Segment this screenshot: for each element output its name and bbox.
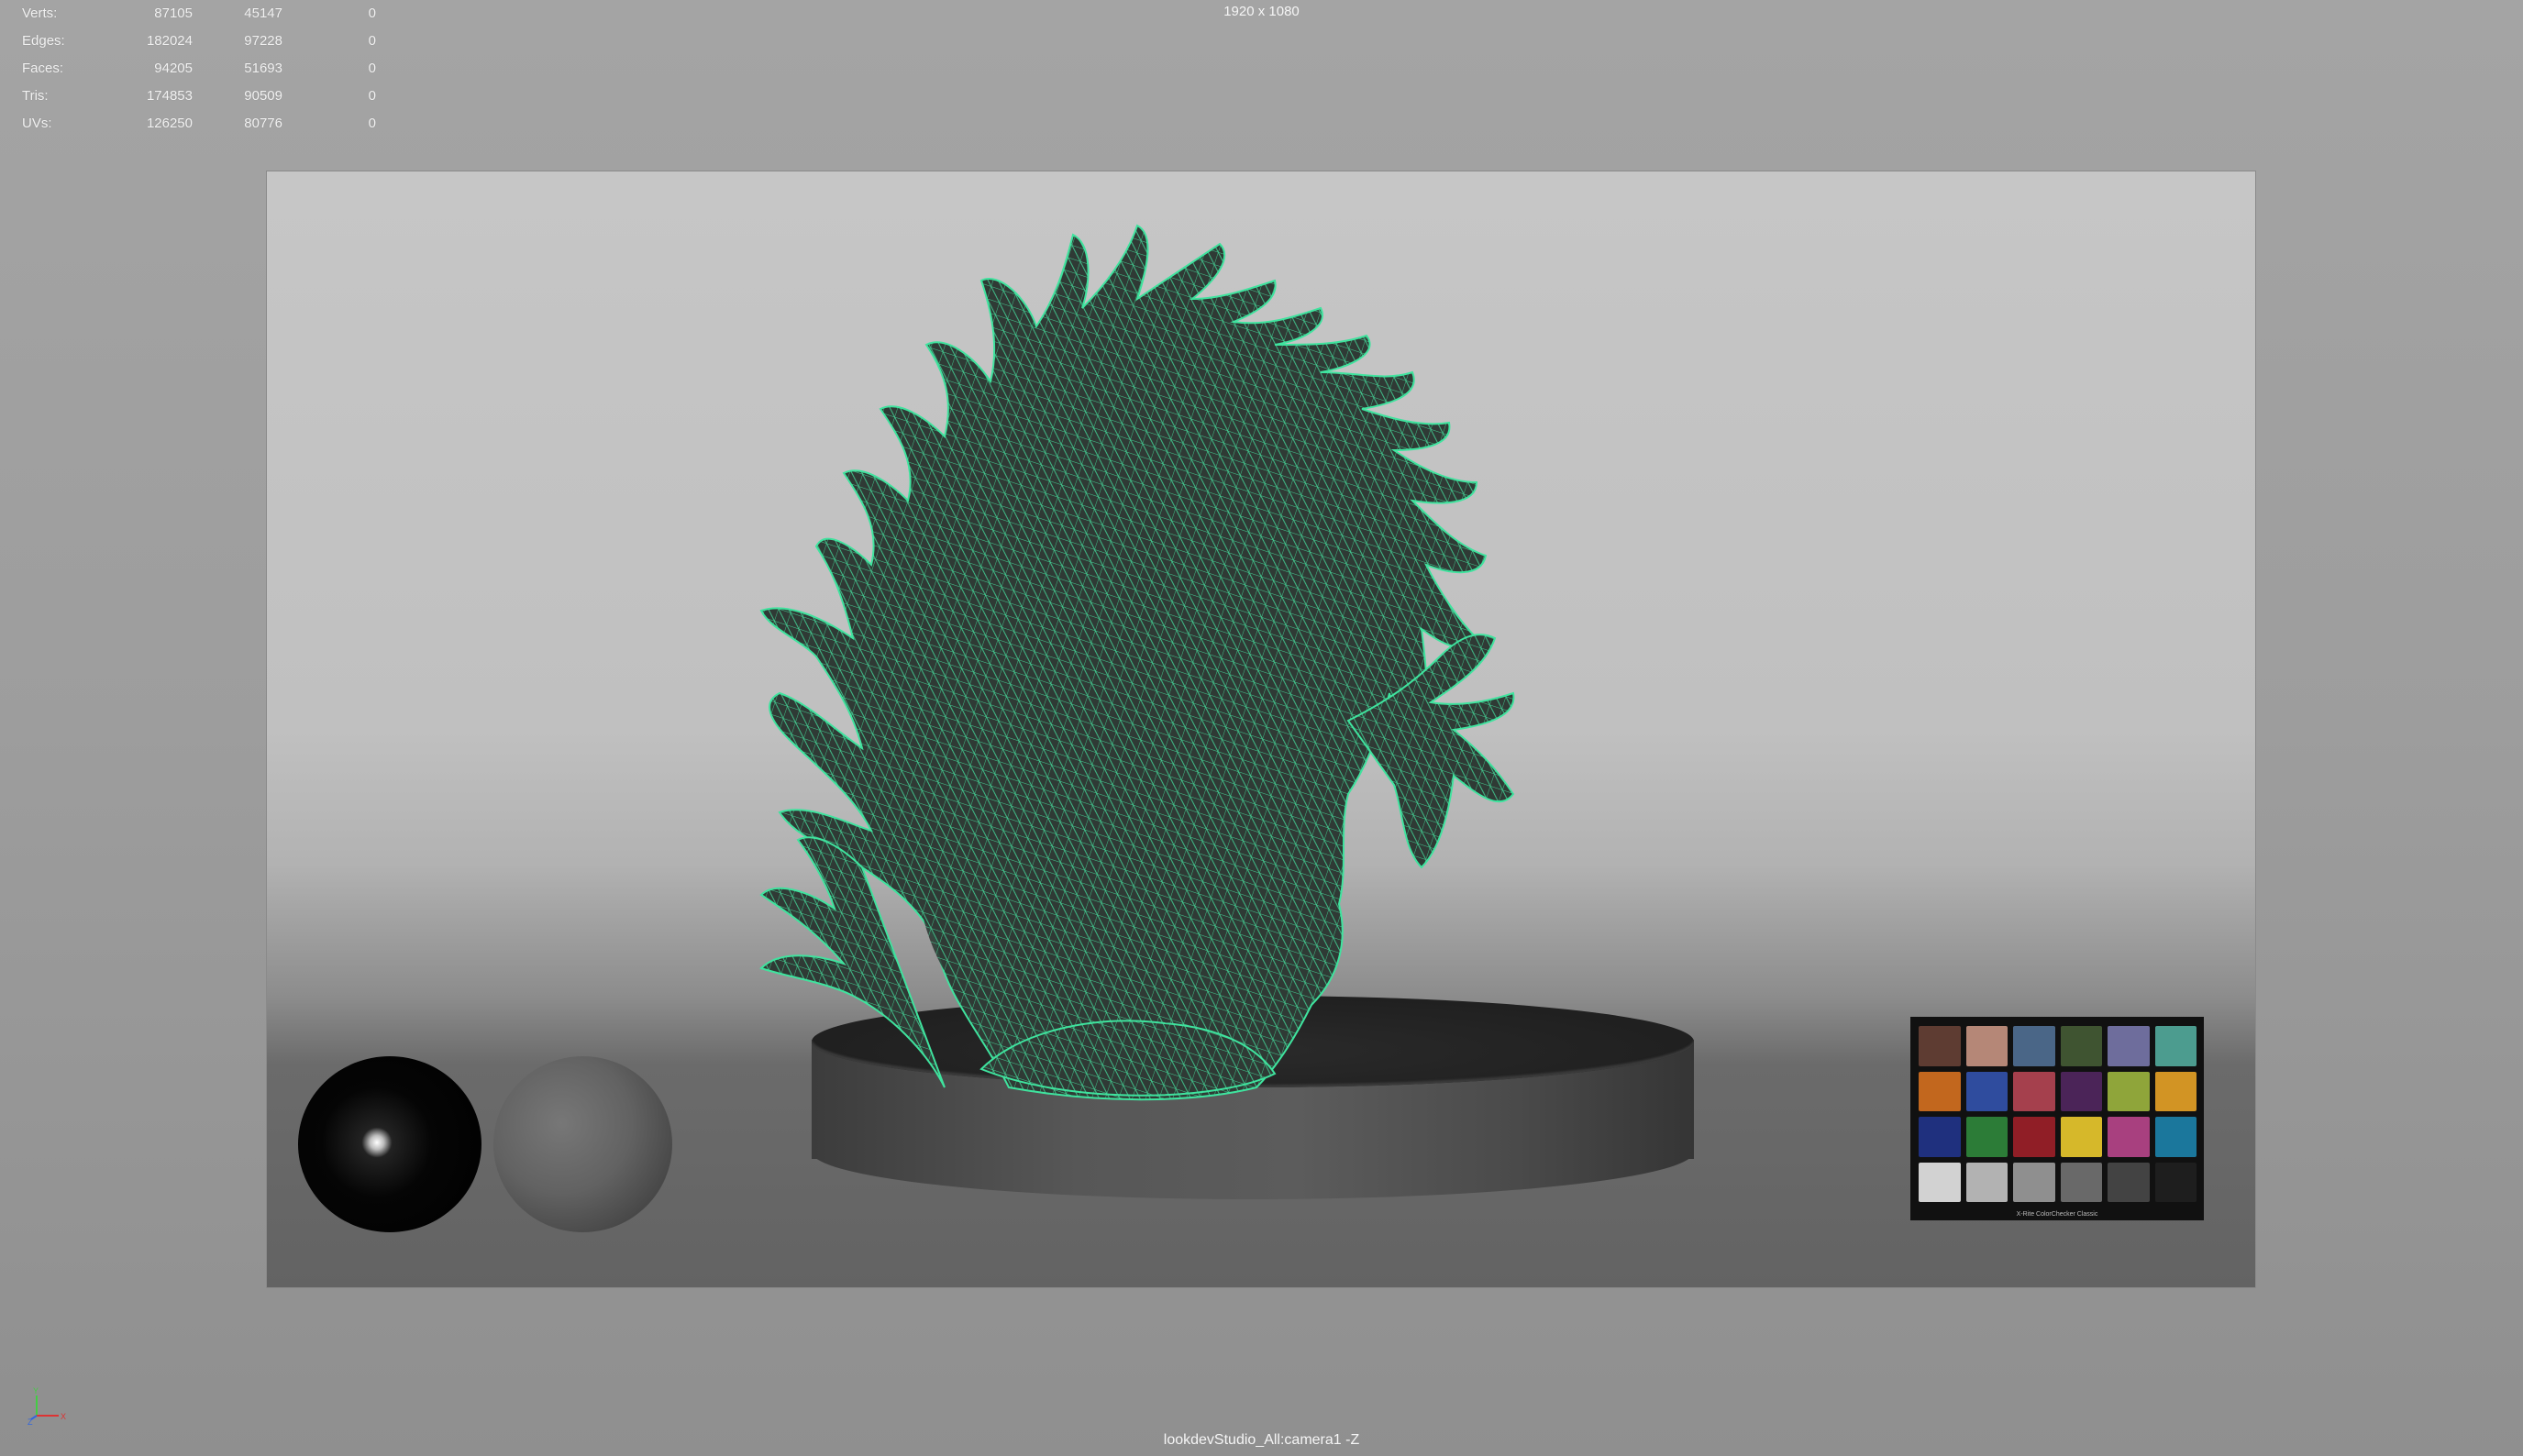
color-swatch (2108, 1071, 2150, 1111)
color-swatch (1919, 1162, 1961, 1202)
hud-value-selected: 51693 (244, 61, 282, 76)
color-swatch (2060, 1071, 2102, 1111)
coral-core (917, 656, 1339, 1078)
hud-value-total: 126250 (146, 116, 193, 131)
color-swatch (2013, 1162, 2055, 1202)
color-swatch (2108, 1026, 2150, 1066)
hud-value-total: 174853 (146, 88, 193, 104)
hud-value-selected: 80776 (244, 116, 282, 131)
hud-label: UVs: (22, 116, 52, 131)
color-swatch (2154, 1162, 2197, 1202)
color-swatch (2060, 1117, 2102, 1157)
color-swatch (2013, 1071, 2055, 1111)
chrome-reference-sphere[interactable] (298, 1056, 481, 1232)
axis-z-label: Z (28, 1417, 33, 1425)
color-swatch (2013, 1026, 2055, 1066)
hud-value-component: 0 (368, 116, 376, 131)
color-swatch (2060, 1162, 2102, 1202)
hud-row-edges: Edges: 182024 97228 0 (17, 28, 383, 55)
hud-label: Tris: (22, 88, 49, 104)
hud-value-selected: 90509 (244, 88, 282, 104)
color-checker-caption: X-Rite ColorChecker Classic (2016, 1211, 2098, 1218)
coral-mesh[interactable] (706, 207, 1715, 1124)
hud-value-total: 182024 (146, 33, 193, 49)
hud-row-faces: Faces: 94205 51693 0 (17, 55, 383, 83)
camera-name-label: lookdevStudio_All:camera1 -Z (1163, 1432, 1360, 1448)
hud-value-total: 94205 (154, 61, 193, 76)
axis-y-label: Y (33, 1386, 39, 1395)
grey-reference-sphere[interactable] (493, 1056, 672, 1232)
poly-count-hud: Verts: 87105 45147 0 Edges: 182024 97228… (17, 0, 383, 138)
axis-x-label: X (61, 1412, 66, 1421)
color-swatch (2154, 1071, 2197, 1111)
color-checker-grid (1919, 1026, 2197, 1202)
hud-value-selected: 97228 (244, 33, 282, 49)
hud-row-tris: Tris: 174853 90509 0 (17, 83, 383, 110)
color-swatch (2154, 1117, 2197, 1157)
color-swatch (1919, 1026, 1961, 1066)
hud-label: Edges: (22, 33, 65, 49)
color-swatch (2060, 1026, 2102, 1066)
resolution-gate-label: 1920 x 1080 (1223, 4, 1300, 19)
color-swatch (2108, 1162, 2150, 1202)
hud-row-uvs: UVs: 126250 80776 0 (17, 110, 383, 138)
color-checker-chart[interactable]: X-Rite ColorChecker Classic (1910, 1017, 2204, 1220)
color-swatch (2154, 1026, 2197, 1066)
color-swatch (1965, 1071, 2008, 1111)
color-swatch (1965, 1162, 2008, 1202)
color-swatch (1965, 1117, 2008, 1157)
hud-value-component: 0 (368, 88, 376, 104)
maya-viewport[interactable]: Verts: 87105 45147 0 Edges: 182024 97228… (0, 0, 2523, 1456)
view-axis-icon: Y Z X (28, 1386, 66, 1425)
color-swatch (1965, 1026, 2008, 1066)
color-swatch (2108, 1117, 2150, 1157)
resolution-gate[interactable]: X-Rite ColorChecker Classic (266, 171, 2256, 1288)
hud-value-component: 0 (368, 33, 376, 49)
color-swatch (1919, 1117, 1961, 1157)
color-swatch (2013, 1117, 2055, 1157)
color-swatch (1919, 1071, 1961, 1111)
hud-label: Faces: (22, 61, 64, 76)
hud-value-component: 0 (368, 61, 376, 76)
